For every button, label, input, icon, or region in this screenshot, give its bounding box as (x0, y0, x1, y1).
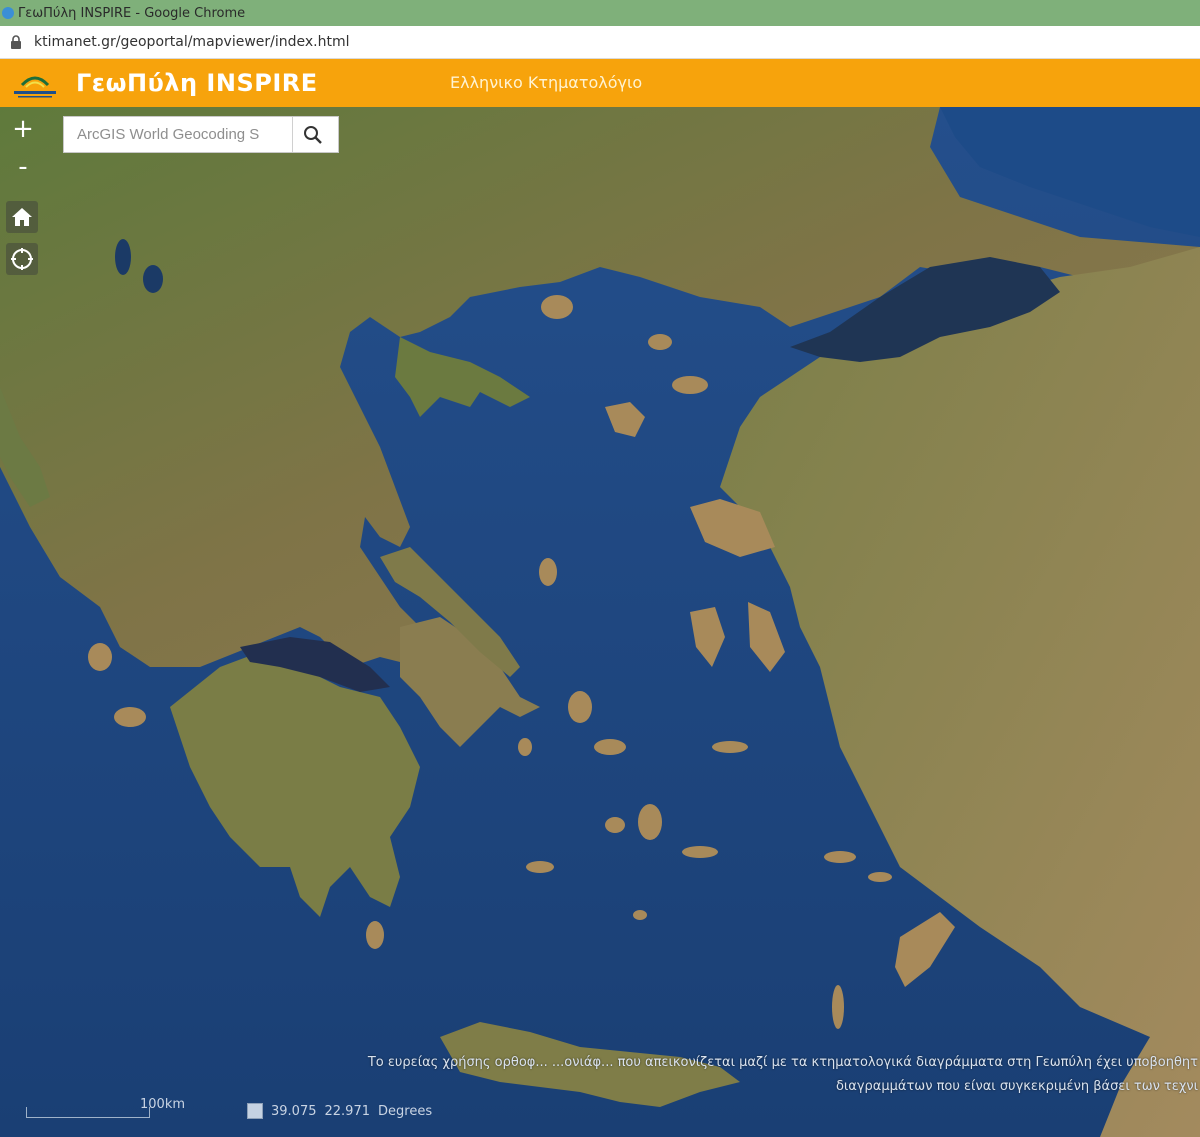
lake-prespa (143, 265, 163, 293)
satellite-basemap[interactable] (0, 107, 1200, 1137)
search-icon (304, 125, 322, 144)
zoom-out-button[interactable]: - (6, 151, 40, 185)
zoom-in-button[interactable]: + (6, 113, 40, 147)
coord-unit: Degrees (378, 1103, 433, 1119)
lock-icon (11, 35, 21, 49)
coordinate-readout: 39.075 22.971 Degrees (247, 1103, 432, 1119)
scale-label: 100km (140, 1097, 186, 1112)
search-button[interactable] (292, 117, 333, 152)
geocode-search-box (63, 116, 339, 153)
coord-lat: 39.075 (271, 1103, 317, 1119)
attribution-line-1: Το ευρείας χρήσης ορθοφ... ...ονιάφ... π… (367, 1055, 1198, 1070)
window-title: ΓεωΠύλη INSPIRE - Google Chrome (18, 5, 246, 21)
app-title: ΓεωΠύλη INSPIRE (76, 69, 318, 97)
scale-bar (26, 1107, 150, 1118)
locate-icon (11, 248, 33, 270)
home-button[interactable] (6, 201, 38, 233)
attribution-line-2: διαγραμμάτων που είναι συγκεκριμένη βάσε… (835, 1079, 1198, 1094)
home-icon (12, 208, 32, 226)
app-subtitle: Ελληνικο Κτηματολόγιο (450, 73, 643, 92)
lake-ohrid (115, 239, 131, 275)
coordinate-toggle-icon[interactable] (247, 1103, 263, 1119)
locate-button[interactable] (6, 243, 38, 275)
coord-lon: 22.971 (324, 1103, 371, 1119)
address-bar[interactable]: ktimanet.gr/geoportal/mapviewer/index.ht… (0, 26, 1200, 59)
map-view[interactable]: + - Το ευρείας χρήσης ορθοφ... ...ονιάφ.… (0, 107, 1200, 1137)
geocode-search-input[interactable] (64, 117, 292, 152)
app-header: ΓεωΠύλη INSPIRE Ελληνικο Κτηματολόγιο (0, 59, 1200, 107)
browser-titlebar: ΓεωΠύλη INSPIRE - Google Chrome (0, 0, 1200, 26)
url-text[interactable]: ktimanet.gr/geoportal/mapviewer/index.ht… (34, 34, 350, 50)
ktimatologio-logo-icon (14, 76, 56, 98)
chrome-favicon-icon (2, 7, 14, 19)
